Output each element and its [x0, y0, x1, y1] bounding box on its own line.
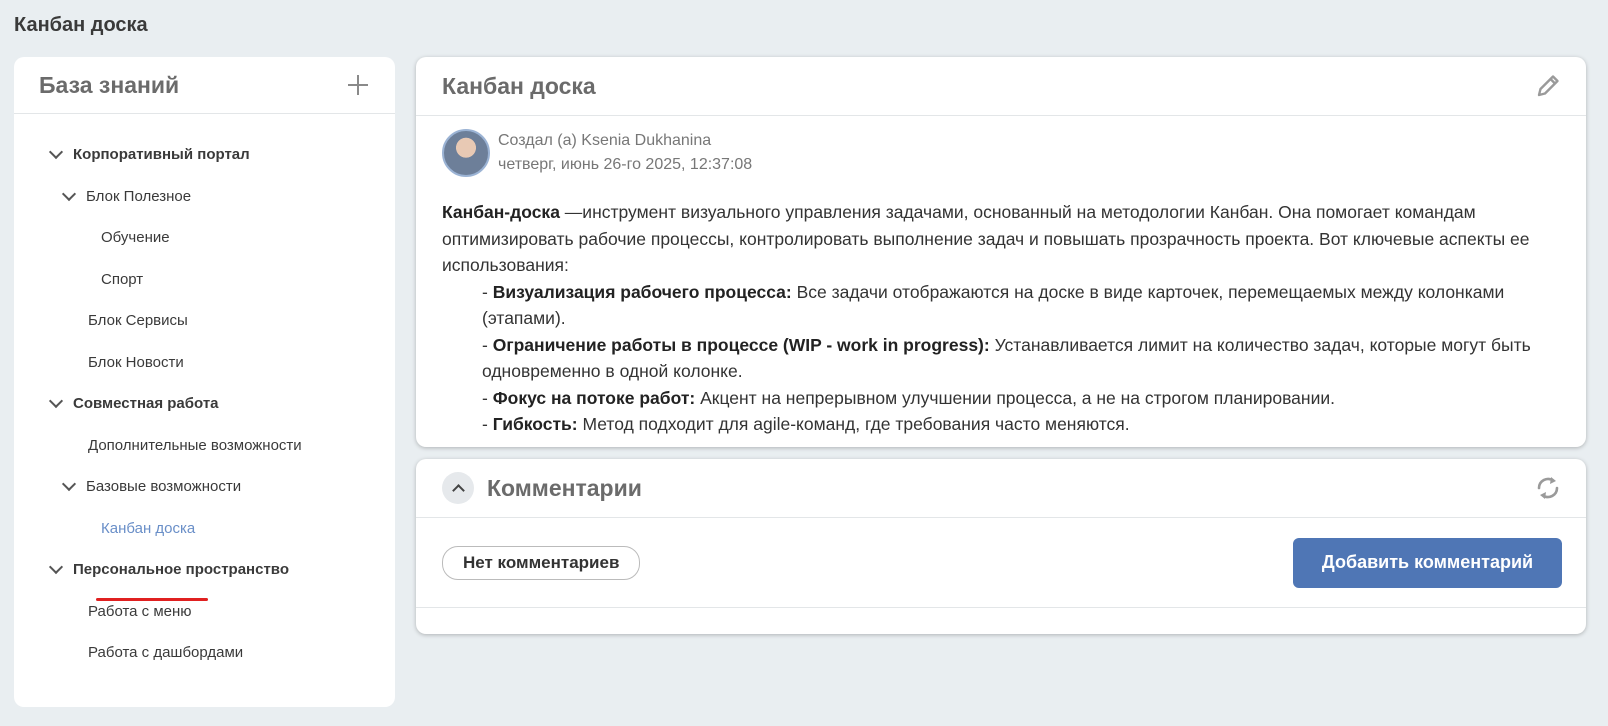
point-title: Визуализация рабочего процесса: — [492, 281, 792, 302]
article-intro: Канбан-доска —инструмент визуального упр… — [442, 199, 1572, 279]
sidebar-item-label: Спорт — [101, 270, 144, 288]
intro-term: Канбан-доска — [442, 202, 560, 222]
sidebar-item-label: Работа с дашбордами — [88, 643, 244, 661]
point-prefix: - — [482, 387, 493, 408]
point-title: Гибкость: — [492, 414, 578, 434]
created-date: четверг, июнь 26-го 2025, 12:37:08 — [498, 156, 753, 173]
refresh-icon[interactable] — [1534, 474, 1562, 502]
sidebar-item-label: Дополнительные возможности — [88, 436, 302, 454]
point-text: Метод подходит для agile-команд, где тре… — [577, 414, 1130, 434]
comments-title: Комментарии — [487, 474, 642, 501]
sidebar-item-label: Канбан доска — [101, 519, 196, 537]
no-comments-badge: Нет комментариев — [442, 545, 641, 580]
sidebar-item-additional-features[interactable]: Дополнительные возможности — [88, 434, 302, 456]
sidebar-item-personal-space[interactable]: Персональное пространство — [48, 558, 289, 580]
plus-icon[interactable] — [347, 74, 369, 96]
pencil-icon[interactable] — [1534, 72, 1562, 100]
article-point: - Фокус на потоке работ: Акцент на непре… — [442, 385, 1572, 412]
intro-text: —инструмент визуального управления задач… — [442, 202, 1530, 275]
sidebar-item-label: Совместная работа — [73, 394, 219, 412]
sidebar-item-news-block[interactable]: Блок Новости — [88, 351, 184, 373]
article-body: Канбан-доска —инструмент визуального упр… — [442, 199, 1572, 438]
add-comment-button[interactable]: Добавить комментарий — [1293, 537, 1562, 588]
sidebar-title: База знаний — [39, 71, 180, 98]
point-prefix: - — [482, 414, 493, 434]
chevron-down-icon[interactable] — [61, 476, 77, 491]
point-title: Фокус на потоке работ: — [492, 387, 696, 408]
chevron-down-icon[interactable] — [61, 186, 77, 201]
author-name: Создал (а) Ksenia Dukhanina — [498, 132, 712, 149]
sidebar-item-label: Корпоративный портал — [73, 145, 250, 163]
sidebar-item-menu-work[interactable]: Работа с меню — [88, 600, 192, 622]
comments-body: Нет комментариев Добавить комментарий — [416, 518, 1586, 608]
author-block: Создал (а) Ksenia Dukhanina четверг, июн… — [442, 129, 752, 177]
point-text: Акцент на непрерывном улучшении процесса… — [695, 387, 1335, 408]
sidebar-item-label: Базовые возможности — [86, 477, 242, 495]
point-title: Ограничение работы в процессе (WIP - wor… — [492, 334, 990, 355]
sidebar-item-collaboration[interactable]: Совместная работа — [48, 392, 219, 414]
article-point: - Ограничение работы в процессе (WIP - w… — [442, 332, 1572, 385]
chevron-down-icon[interactable] — [48, 559, 64, 574]
chevron-down-icon[interactable] — [48, 144, 64, 159]
article-card: Канбан доска Создал (а) Ksenia Dukhanina… — [416, 57, 1586, 447]
sidebar-item-corporate-portal[interactable]: Корпоративный портал — [48, 143, 250, 165]
sidebar-item-label: Блок Новости — [88, 353, 184, 371]
point-prefix: - — [482, 334, 493, 355]
chevron-down-icon[interactable] — [48, 393, 64, 408]
sidebar-item-label: Блок Полезное — [86, 187, 192, 205]
comments-card: Комментарии Нет комментариев Добавить ко… — [416, 459, 1586, 634]
sidebar-item-label: Блок Сервисы — [88, 311, 188, 329]
sidebar-item-useful-block[interactable]: Блок Полезное — [61, 185, 192, 207]
sidebar-item-kanban-board[interactable]: Канбан доска — [101, 517, 195, 539]
chevron-up-icon[interactable] — [442, 472, 474, 504]
article-point: - Гибкость: Метод подходит для agile-ком… — [442, 411, 1572, 438]
sidebar-item-training[interactable]: Обучение — [101, 226, 170, 248]
sidebar-item-label: Обучение — [101, 228, 170, 246]
knowledge-base-sidebar: База знаний Корпоративный портал Блок По… — [14, 57, 395, 707]
page-title: Канбан доска — [14, 14, 148, 36]
sidebar-item-sport[interactable]: Спорт — [101, 268, 143, 290]
sidebar-item-basic-features[interactable]: Базовые возможности — [61, 475, 242, 497]
sidebar-item-label: Персональное пространство — [73, 560, 289, 578]
avatar[interactable] — [442, 129, 490, 177]
sidebar-item-label: Работа с меню — [88, 602, 192, 620]
article-title: Канбан доска — [442, 72, 596, 99]
article-header: Канбан доска — [416, 57, 1586, 116]
sidebar-header: База знаний — [14, 57, 395, 114]
article-point: - Визуализация рабочего процесса: Все за… — [442, 279, 1572, 332]
sidebar-item-dashboards-work[interactable]: Работа с дашбордами — [88, 641, 243, 663]
point-prefix: - — [482, 281, 493, 302]
comments-header: Комментарии — [416, 459, 1586, 518]
sidebar-item-services-block[interactable]: Блок Сервисы — [88, 309, 188, 331]
